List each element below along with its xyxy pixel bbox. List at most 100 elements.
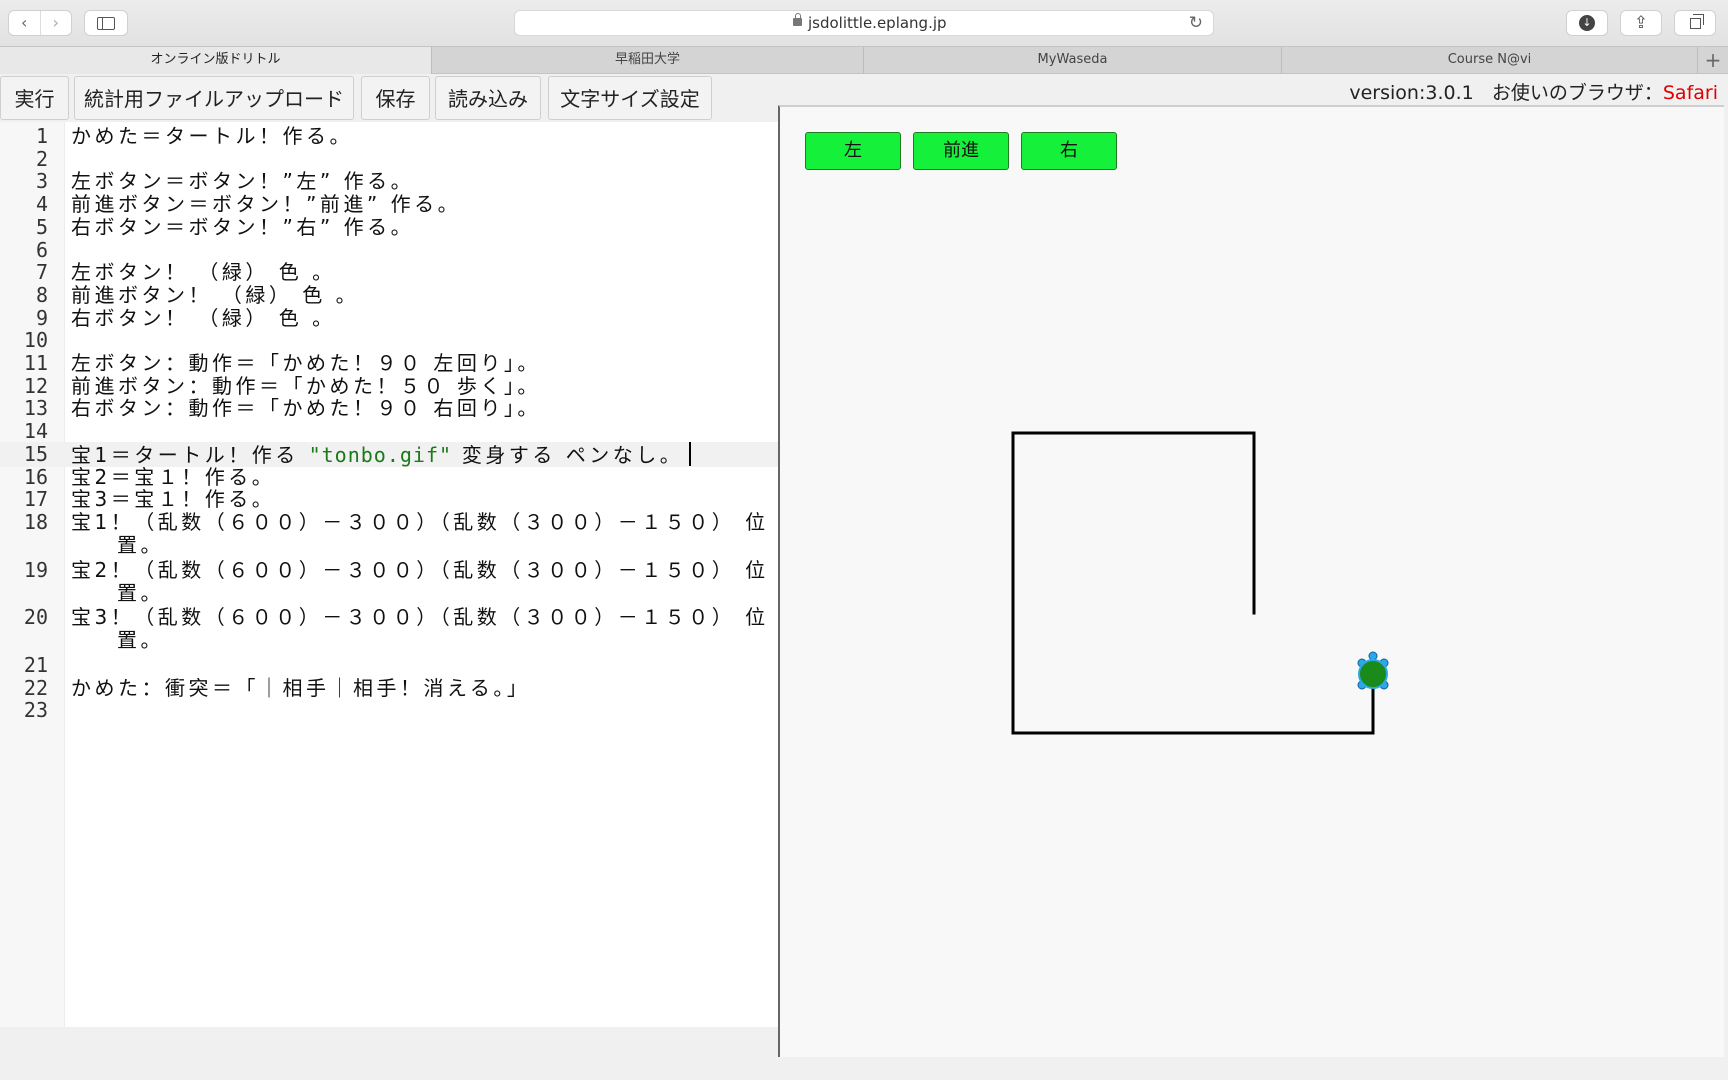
reload-icon[interactable]: ↻ — [1189, 13, 1203, 33]
code-line[interactable]: 20 宝3！（乱数（６００）－３００）（乱数（３００）－１５０） 位置。 — [0, 605, 778, 653]
code-line[interactable]: 14 — [0, 419, 778, 444]
code-segment: かめた＝タートル！作る。 — [71, 124, 353, 148]
code-wrapped-segment: 置。 — [117, 580, 164, 605]
code-segment: 変身する ペンなし。 — [452, 442, 684, 467]
code-line[interactable]: 15 宝1＝タートル！作る "tonbo.gif" 変身する ペンなし。 — [0, 441, 778, 467]
code-wrapped-segment: 置。 — [117, 532, 164, 557]
line-number: 12 — [23, 373, 48, 398]
save-button[interactable]: 保存 — [361, 76, 430, 120]
code-text: かめた＝タートル！作る。 — [71, 124, 771, 149]
line-number: 14 — [23, 419, 48, 444]
line-number: 8 — [35, 282, 48, 307]
code-line[interactable]: 18 宝1！（乱数（６００）－３００）（乱数（３００）－１５０） 位置。 — [0, 510, 778, 558]
code-line[interactable]: 9 右ボタン！ （緑） 色 。 — [0, 306, 778, 331]
code-text: 宝2＝宝１！作る。 — [71, 465, 771, 490]
code-editor[interactable]: 1 かめた＝タートル！作る。 2 3 左ボタン＝ボタン！”左” 作る。 4 前進ボタン＝ボタ… — [0, 122, 778, 1027]
turtle-stage[interactable]: 左 前進 右 — [778, 105, 1724, 1057]
code-segment: 前進ボタン：動作＝「かめた！５０ 歩く」。 — [71, 373, 541, 398]
code-text: 前進ボタン：動作＝「かめた！５０ 歩く」。 — [71, 374, 771, 399]
turtle-trail — [1011, 431, 1375, 735]
code-segment: 宝3！（乱数（６００）－３００）（乱数（３００）－１５０） 位 — [71, 605, 769, 630]
code-text: 宝1！（乱数（６００）－３００）（乱数（３００）－１５０） 位置。 — [71, 510, 771, 558]
code-line[interactable]: 22 かめた：衝突＝「｜相手｜相手！消える。」 — [0, 676, 778, 701]
code-segment: 宝2！（乱数（６００）－３００）（乱数（３００）－１５０） 位 — [71, 557, 769, 582]
code-segment: 右ボタン！ （緑） 色 。 — [71, 305, 336, 330]
code-text: 右ボタン！ （緑） 色 。 — [71, 306, 771, 331]
nav-buttons: ‹ › — [8, 10, 72, 36]
turtle-canvas — [1011, 431, 1389, 735]
code-wrapped-segment: 置。 — [117, 628, 164, 653]
run-button[interactable]: 実行 — [0, 76, 69, 120]
code-segment: 前進ボタン！ （緑） 色 。 — [71, 282, 360, 307]
code-text: 前進ボタン＝ボタン！”前進” 作る。 — [71, 192, 771, 217]
tab-mywaseda[interactable]: MyWaseda — [864, 47, 1282, 74]
tab-course-navi[interactable]: Course N@vi — [1282, 47, 1698, 74]
code-text: かめた：衝突＝「｜相手｜相手！消える。」 — [71, 676, 771, 701]
code-line[interactable]: 3 左ボタン＝ボタン！”左” 作る。 — [0, 169, 778, 194]
line-number: 21 — [23, 653, 48, 677]
code-line[interactable]: 17 宝3＝宝１！作る。 — [0, 487, 778, 512]
code-line[interactable]: 11 左ボタン：動作＝「かめた！９０ 左回り」。 — [0, 351, 778, 376]
code-line[interactable]: 12 前進ボタン：動作＝「かめた！５０ 歩く」。 — [0, 374, 778, 399]
code-line[interactable]: 19 宝2！（乱数（６００）－３００）（乱数（３００）－１５０） 位置。 — [0, 558, 778, 606]
code-line[interactable]: 5 右ボタン＝ボタン！”右” 作る。 — [0, 215, 778, 240]
address-bar[interactable]: jsdolittle.eplang.jp ↻ — [514, 10, 1214, 36]
code-line[interactable]: 6 — [0, 238, 778, 263]
browser-label: お使いのブラウザ： — [1491, 82, 1663, 104]
font-size-button[interactable]: 文字サイズ設定 — [548, 76, 712, 120]
code-line[interactable]: 23 — [0, 698, 778, 723]
code-text: 前進ボタン！ （緑） 色 。 — [71, 283, 771, 308]
share-icon: ⇪ — [1633, 13, 1649, 33]
browser-toolbar: ‹ › jsdolittle.eplang.jp ↻ ↓ ⇪ — [0, 0, 1728, 46]
code-line[interactable]: 7 左ボタン！ （緑） 色 。 — [0, 260, 778, 285]
code-string-literal: "tonbo.gif" — [308, 442, 453, 467]
tab-waseda[interactable]: 早稲田大学 — [432, 47, 864, 74]
code-line[interactable]: 13 右ボタン：動作＝「かめた！９０ 右回り」。 — [0, 396, 778, 421]
line-number: 19 — [23, 557, 48, 582]
code-line[interactable]: 2 — [0, 147, 778, 172]
tab-dolittle[interactable]: オンライン版ドリトル — [0, 47, 432, 74]
line-number: 2 — [35, 146, 48, 171]
code-text: 右ボタン＝ボタン！”右” 作る。 — [71, 215, 771, 240]
upload-stats-button[interactable]: 統計用ファイルアップロード — [74, 76, 354, 120]
line-number: 6 — [35, 237, 48, 262]
line-number: 4 — [35, 192, 48, 217]
line-number: 11 — [23, 351, 48, 375]
code-text: 左ボタン：動作＝「かめた！９０ 左回り」。 — [71, 351, 771, 376]
code-line[interactable]: 8 前進ボタン！ （緑） 色 。 — [0, 283, 778, 308]
share-button[interactable]: ⇪ — [1620, 10, 1662, 36]
code-segment: 宝1＝タートル！作る — [71, 442, 309, 467]
tab-bar: オンライン版ドリトル 早稲田大学 MyWaseda Course N@vi + — [0, 46, 1728, 74]
line-number: 23 — [23, 698, 48, 723]
version-text: version:3.0.1 — [1349, 82, 1474, 104]
line-number: 5 — [35, 214, 48, 239]
load-button[interactable]: 読み込み — [435, 76, 541, 120]
code-line[interactable]: 1 かめた＝タートル！作る。 — [0, 124, 778, 149]
code-text: 左ボタン！ （緑） 色 。 — [71, 260, 771, 285]
url-text: jsdolittle.eplang.jp — [808, 14, 947, 32]
turtle-icon — [1357, 651, 1389, 690]
sidebar-button[interactable] — [84, 10, 128, 36]
code-line[interactable]: 21 — [0, 653, 778, 678]
code-line[interactable]: 16 宝2＝宝１！作る。 — [0, 465, 778, 490]
code-text: 宝2！（乱数（６００）－３００）（乱数（３００）－１５０） 位置。 — [71, 558, 771, 606]
line-number: 10 — [23, 328, 48, 353]
line-number: 7 — [35, 260, 48, 285]
code-segment: 宝2＝宝１！作る。 — [71, 464, 276, 489]
line-number: 17 — [23, 487, 48, 512]
forward-icon[interactable]: › — [39, 11, 72, 35]
code-text: 右ボタン：動作＝「かめた！９０ 右回り」。 — [71, 396, 771, 421]
code-segment: 宝3＝宝１！作る。 — [71, 487, 276, 512]
tab-overview-button[interactable] — [1674, 10, 1716, 36]
downloads-button[interactable]: ↓ — [1566, 10, 1608, 36]
code-line[interactable]: 4 前進ボタン＝ボタン！”前進” 作る。 — [0, 192, 778, 217]
back-icon[interactable]: ‹ — [9, 11, 40, 35]
new-tab-button[interactable]: + — [1698, 47, 1728, 74]
line-number: 15 — [23, 441, 48, 466]
tab-overview-icon — [1689, 13, 1704, 29]
code-line[interactable]: 10 — [0, 328, 778, 353]
line-number: 3 — [35, 169, 48, 194]
line-number: 16 — [23, 464, 48, 489]
code-segment: 左ボタン！ （緑） 色 。 — [71, 260, 336, 285]
code-segment: 右ボタン：動作＝「かめた！９０ 右回り」。 — [71, 396, 541, 421]
